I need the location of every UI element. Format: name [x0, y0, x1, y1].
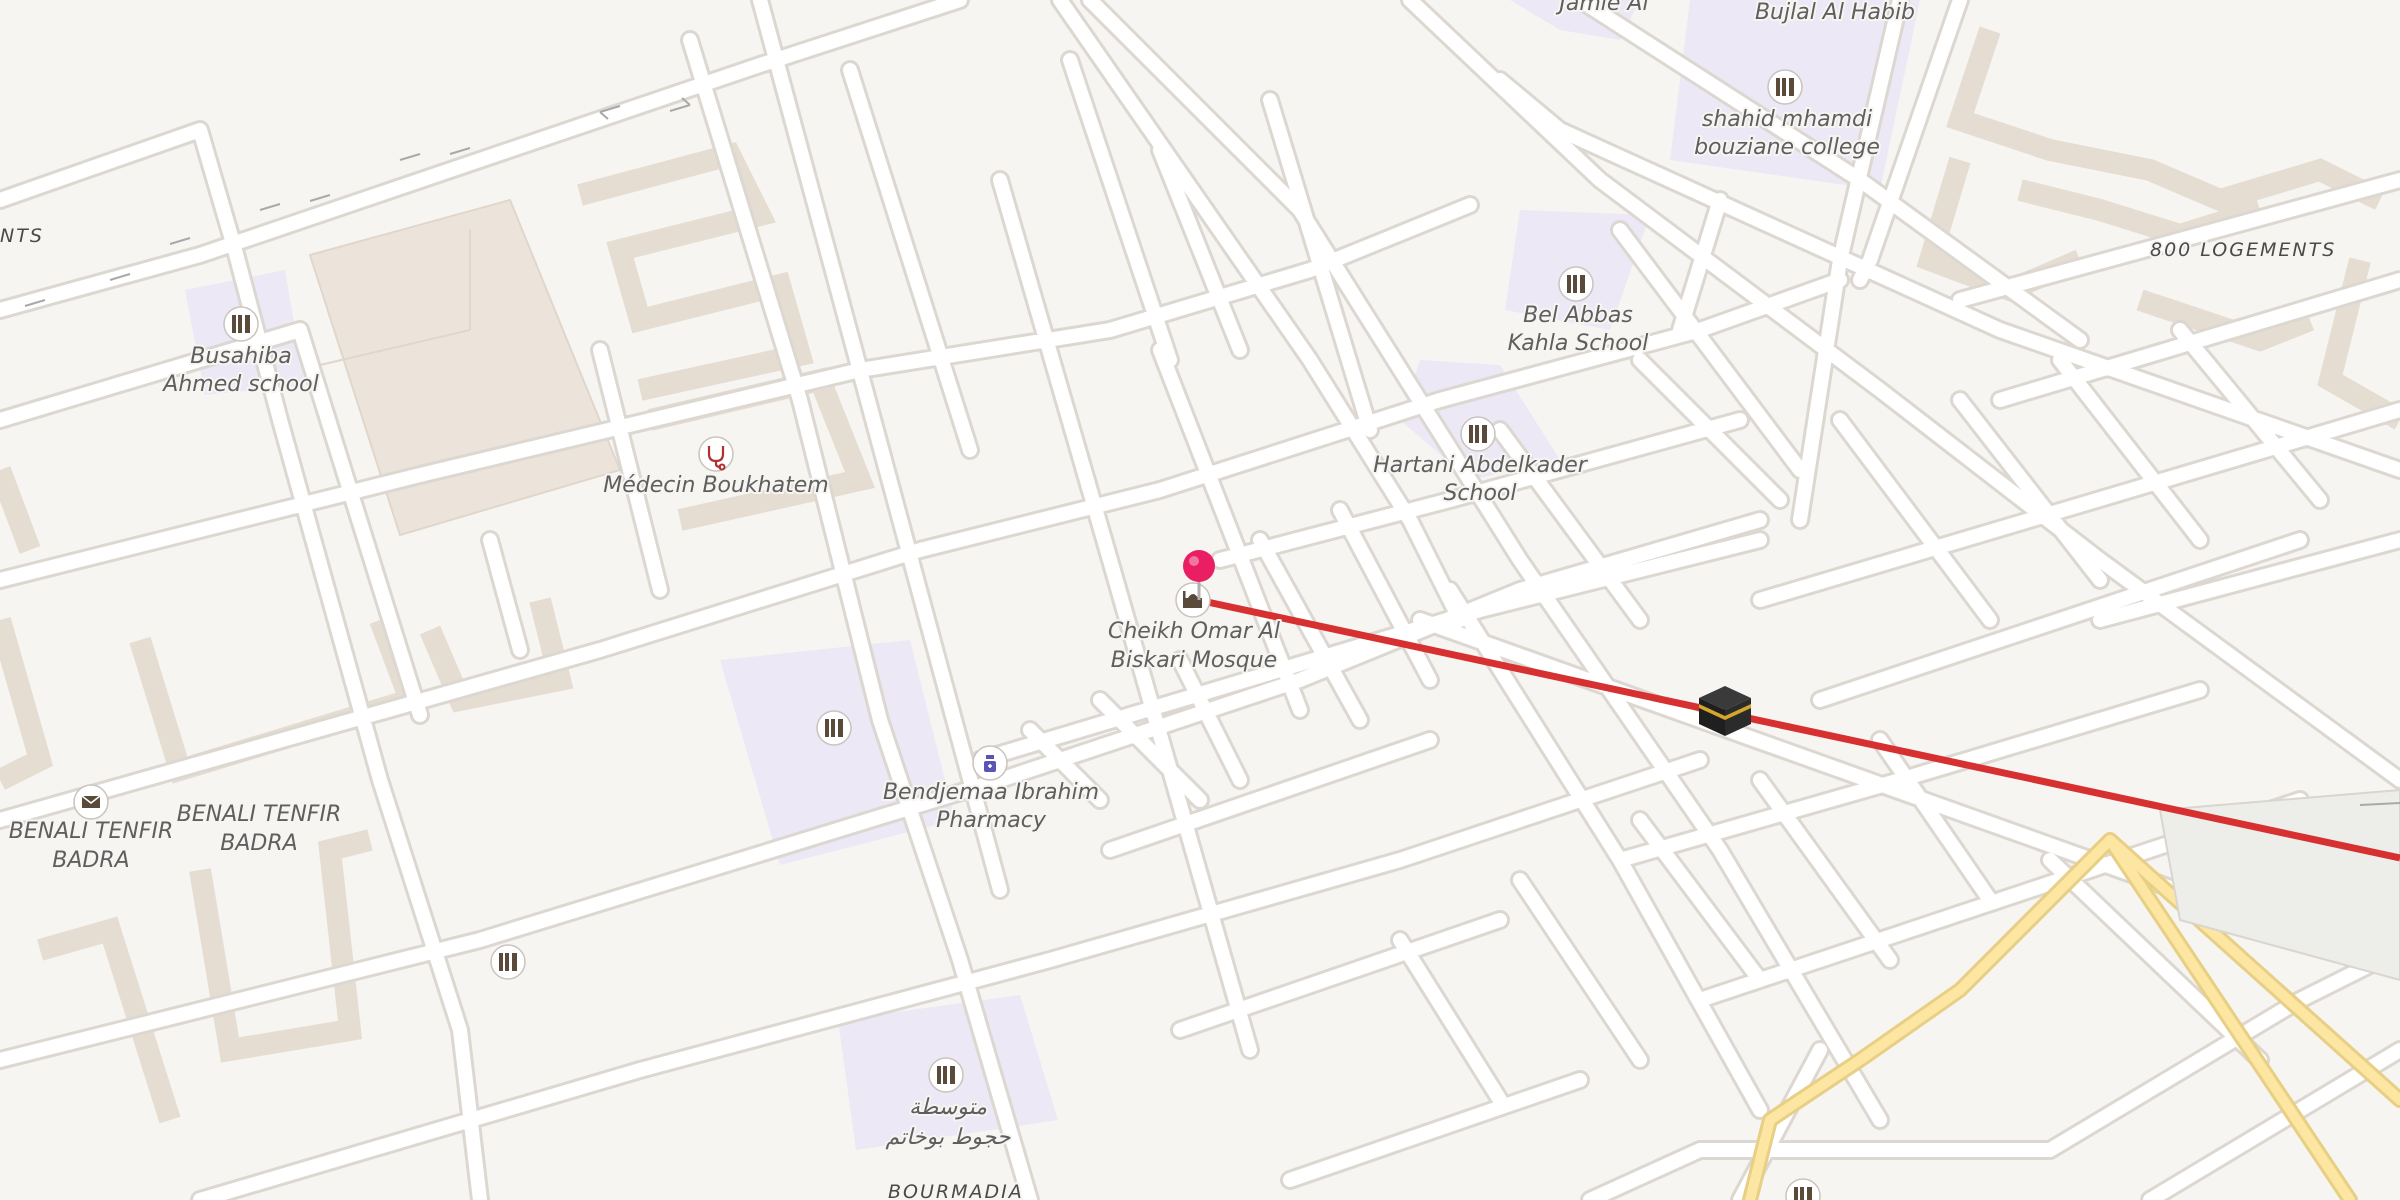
poi-label-line2: Ahmed school — [161, 372, 318, 397]
school-icon[interactable] — [816, 710, 852, 746]
poi-label: shahid mhamdi — [1702, 107, 1872, 132]
poi-label: BENALI TENFIR — [177, 802, 341, 827]
school-icon — [1460, 416, 1496, 452]
school-icon — [1767, 69, 1803, 105]
poi-label: Médecin Boukhatem — [603, 473, 828, 498]
poi-jamie-al[interactable]: Jamie Al — [1553, 0, 1650, 18]
mosque-icon — [1175, 582, 1211, 618]
poi-label: Bendjemaa Ibrahim — [883, 780, 1099, 805]
poi-label: BENALI TENFIR — [9, 819, 173, 844]
poi-label: Bujlal Al Habib — [1755, 0, 1915, 25]
poi-label: Bel Abbas — [1523, 303, 1633, 328]
poi-label-line2: School — [1443, 481, 1516, 506]
poi-label-line2: BADRA — [220, 831, 297, 856]
poi-label: Hartani Abdelkader — [1373, 453, 1589, 478]
poi-label-line2: حجوط بوخاتم — [885, 1125, 1010, 1150]
pharmacy-icon — [972, 745, 1008, 781]
post-office-icon — [73, 784, 109, 820]
school-icon — [223, 306, 259, 342]
doctor-icon — [698, 436, 734, 472]
poi-bujlal-al-habib[interactable]: Bujlal Al Habib — [1753, 0, 1917, 27]
poi-label-line2: Pharmacy — [936, 808, 1047, 833]
school-icon[interactable] — [490, 944, 526, 980]
poi-label-line2: Kahla School — [1508, 331, 1649, 356]
poi-label-line2: bouziane college — [1694, 135, 1880, 160]
area-label-800-logements: 800 LOGEMENTS — [2150, 239, 2336, 261]
school-icon — [928, 1057, 964, 1093]
area-label-bourmadia: BOURMADIA — [888, 1181, 1024, 1200]
poi-label: Busahiba — [190, 344, 291, 369]
poi-label: Cheikh Omar Al — [1108, 619, 1280, 644]
map-canvas[interactable]: NTS 800 LOGEMENTS BOURMADIA Jamie Al Buj… — [0, 0, 2400, 1200]
poi-label-line2: Biskari Mosque — [1111, 648, 1277, 673]
school-icon — [1558, 266, 1594, 302]
poi-label-line2: BADRA — [52, 848, 129, 873]
poi-label: متوسطة — [909, 1095, 987, 1120]
area-label-ents: NTS — [0, 225, 44, 247]
poi-label: Jamie Al — [1555, 0, 1648, 16]
